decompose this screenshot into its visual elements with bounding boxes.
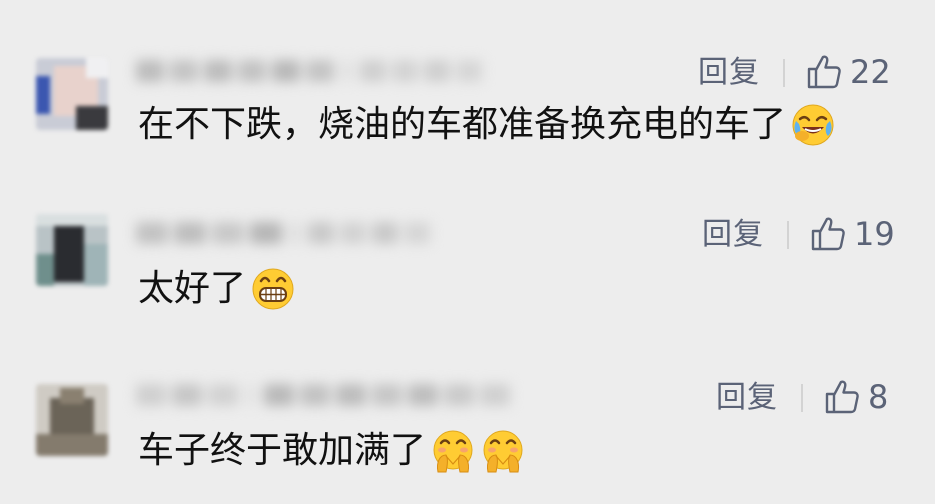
face-with-hand-over-mouth-emoji bbox=[480, 428, 526, 474]
action-divider bbox=[787, 221, 789, 249]
reply-button[interactable]: 回复 bbox=[702, 218, 764, 252]
like-button[interactable]: 22 bbox=[806, 54, 891, 90]
reply-button[interactable]: 回复 bbox=[698, 56, 760, 90]
avatar[interactable] bbox=[36, 214, 108, 286]
grinning-teeth-emoji bbox=[250, 266, 296, 312]
comment-text: 车子终于敢加满了 bbox=[138, 428, 526, 474]
username-blurred[interactable] bbox=[136, 384, 516, 410]
username-blurred[interactable] bbox=[136, 222, 436, 248]
thumbs-up-icon bbox=[806, 54, 842, 90]
username-blurred[interactable] bbox=[136, 60, 488, 86]
comment-text-content: 在不下跌，烧油的车都准备换充电的车了 bbox=[138, 104, 787, 145]
like-button[interactable]: 8 bbox=[824, 379, 888, 415]
like-button[interactable]: 19 bbox=[810, 216, 895, 252]
action-divider bbox=[801, 384, 803, 412]
comment-text-content: 太好了 bbox=[138, 268, 247, 309]
comment-text: 太好了 bbox=[138, 266, 296, 312]
thumbs-up-icon bbox=[810, 216, 846, 252]
like-count: 8 bbox=[868, 378, 889, 416]
action-divider bbox=[783, 59, 785, 87]
face-with-hand-over-mouth-emoji bbox=[430, 428, 476, 474]
reply-button[interactable]: 回复 bbox=[716, 381, 778, 415]
avatar[interactable] bbox=[36, 58, 108, 130]
thumbs-up-icon bbox=[824, 379, 860, 415]
comment-text-content: 车子终于敢加满了 bbox=[138, 430, 427, 471]
like-count: 19 bbox=[854, 215, 895, 253]
like-count: 22 bbox=[850, 53, 891, 91]
comment-text: 在不下跌，烧油的车都准备换充电的车了 bbox=[138, 102, 836, 148]
laughing-tears-emoji bbox=[790, 102, 836, 148]
avatar[interactable] bbox=[36, 384, 108, 456]
